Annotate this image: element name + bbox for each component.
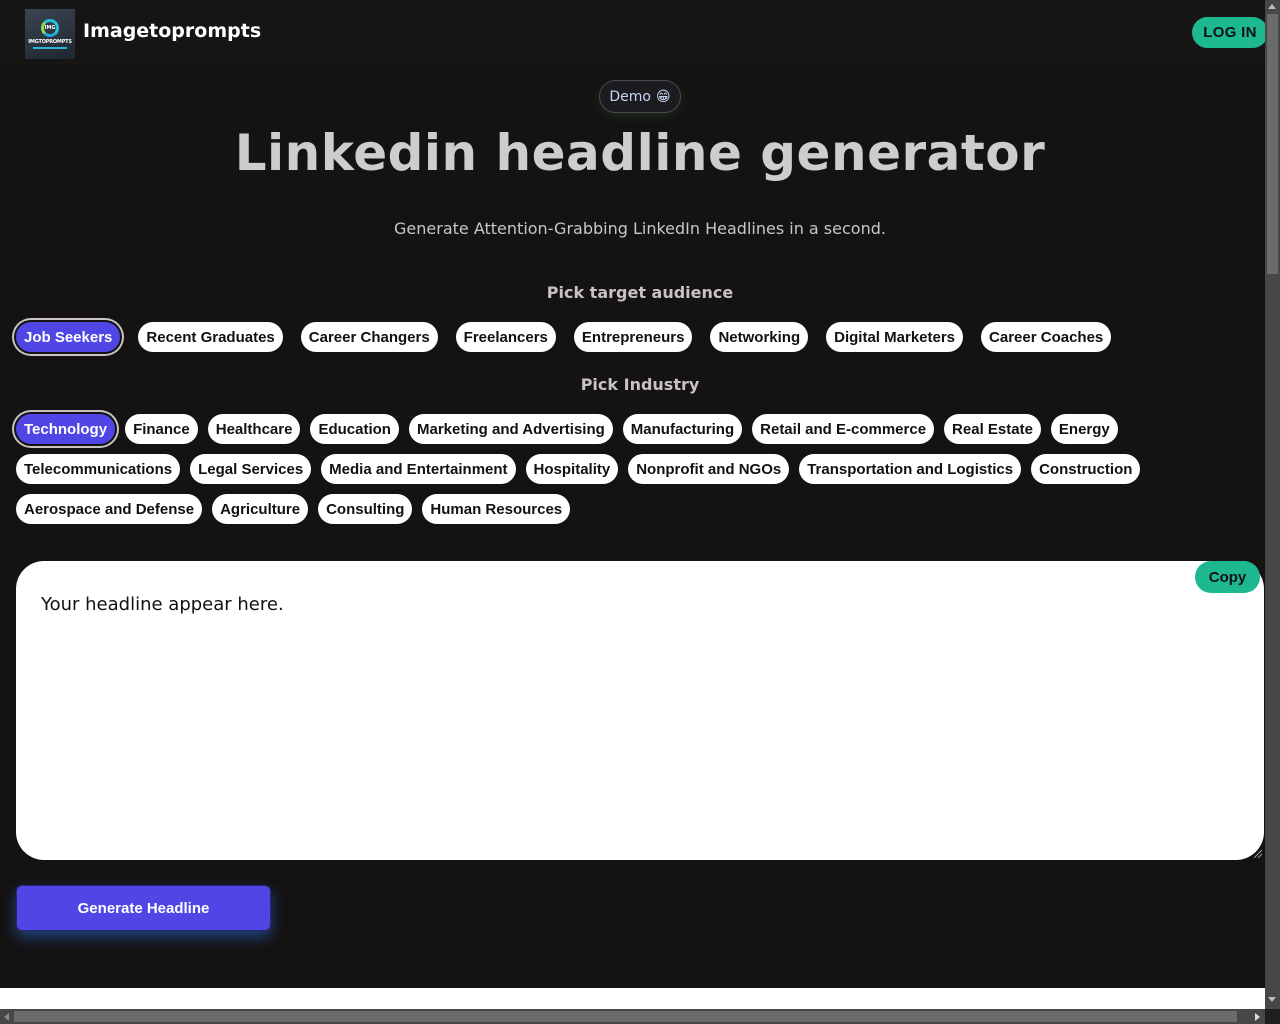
industry-chip-row: Technology Finance Healthcare Education Mark… — [16, 414, 1118, 444]
industry-chip[interactable]: Healthcare — [207, 414, 301, 444]
brand-name[interactable]: Imagetoprompts — [83, 20, 261, 42]
logo-ring-text: IMG — [44, 25, 56, 31]
logo-underline — [33, 47, 67, 49]
industry-chip[interactable]: Aerospace and Defense — [16, 494, 203, 524]
industry-chip[interactable]: Retail and E-commerce — [752, 414, 935, 444]
horizontal-scroll-thumb[interactable] — [14, 1011, 1237, 1022]
industry-chip-row: Aerospace and Defense Agriculture Consulti… — [16, 494, 571, 524]
scroll-down-arrow-icon[interactable] — [1268, 997, 1276, 1002]
page-subtitle: Generate Attention-Grabbing LinkedIn Hea… — [394, 219, 886, 238]
resize-handle-icon[interactable] — [1254, 850, 1262, 858]
industry-chip[interactable]: Hospitality — [525, 454, 619, 484]
scroll-right-arrow-icon[interactable] — [1255, 1013, 1260, 1021]
vertical-scrollbar[interactable] — [1265, 0, 1280, 1009]
industry-chip-row: Telecommunications Legal Services Media an… — [16, 454, 1141, 484]
logo-ring-icon: IMG — [41, 19, 59, 37]
horizontal-scrollbar[interactable] — [0, 1009, 1265, 1024]
industry-chip[interactable]: Consulting — [318, 494, 413, 524]
audience-chip[interactable]: Entrepreneurs — [573, 322, 693, 352]
scrollbar-corner — [1265, 1009, 1280, 1024]
industry-chip[interactable]: Agriculture — [212, 494, 309, 524]
headline-output-text: Your headline appear here. — [41, 594, 284, 615]
industry-chip[interactable]: Marketing and Advertising — [408, 414, 613, 444]
industry-chip[interactable]: Real Estate — [944, 414, 1041, 444]
copy-button[interactable]: Copy — [1195, 561, 1260, 593]
demo-badge-label: Demo — [609, 88, 651, 105]
audience-chip[interactable]: Recent Graduates — [138, 322, 283, 352]
industry-chip[interactable]: Transportation and Logistics — [799, 454, 1022, 484]
industry-chip[interactable]: Energy — [1050, 414, 1118, 444]
logo-text: IMGTOPROMPTS — [28, 39, 72, 45]
audience-chip[interactable]: Digital Marketers — [826, 322, 964, 352]
scroll-left-arrow-icon[interactable] — [4, 1013, 9, 1021]
audience-chip[interactable]: Career Coaches — [981, 322, 1112, 352]
headline-output-textarea[interactable]: Your headline appear here. — [16, 561, 1264, 860]
industry-chip[interactable]: Education — [310, 414, 399, 444]
viewport: IMG IMGTOPROMPTS Imagetoprompts LOG IN D… — [0, 0, 1265, 1009]
grin-emoji-icon: 😁 — [656, 88, 671, 105]
scroll-up-arrow-icon[interactable] — [1268, 4, 1276, 9]
demo-badge: Demo 😁 — [599, 80, 681, 113]
industry-chip[interactable]: Telecommunications — [16, 454, 181, 484]
industry-chip[interactable]: Technology — [16, 414, 116, 444]
audience-chip[interactable]: Job Seekers — [16, 322, 121, 352]
industry-label: Pick Industry — [580, 375, 700, 394]
audience-chip-group: Job Seekers Recent Graduates Career Change… — [16, 322, 1112, 352]
industry-chip[interactable]: Nonprofit and NGOs — [628, 454, 790, 484]
header: IMG IMGTOPROMPTS Imagetoprompts LOG IN — [0, 0, 1265, 64]
audience-chip[interactable]: Career Changers — [300, 322, 438, 352]
industry-chip[interactable]: Human Resources — [422, 494, 571, 524]
audience-chip[interactable]: Networking — [710, 322, 809, 352]
audience-label: Pick target audience — [546, 283, 734, 302]
page: IMG IMGTOPROMPTS Imagetoprompts LOG IN D… — [0, 0, 1265, 988]
industry-chip[interactable]: Finance — [125, 414, 198, 444]
page-title: Linkedin headline generator — [234, 124, 1046, 182]
generate-headline-button[interactable]: Generate Headline — [16, 885, 271, 931]
industry-chip[interactable]: Legal Services — [190, 454, 312, 484]
login-button[interactable]: LOG IN — [1192, 17, 1265, 48]
industry-chip[interactable]: Manufacturing — [622, 414, 743, 444]
audience-chip[interactable]: Freelancers — [455, 322, 556, 352]
logo[interactable]: IMG IMGTOPROMPTS — [25, 9, 75, 59]
vertical-scroll-thumb[interactable] — [1267, 14, 1278, 274]
industry-chip[interactable]: Media and Entertainment — [321, 454, 516, 484]
industry-chip[interactable]: Construction — [1031, 454, 1141, 484]
